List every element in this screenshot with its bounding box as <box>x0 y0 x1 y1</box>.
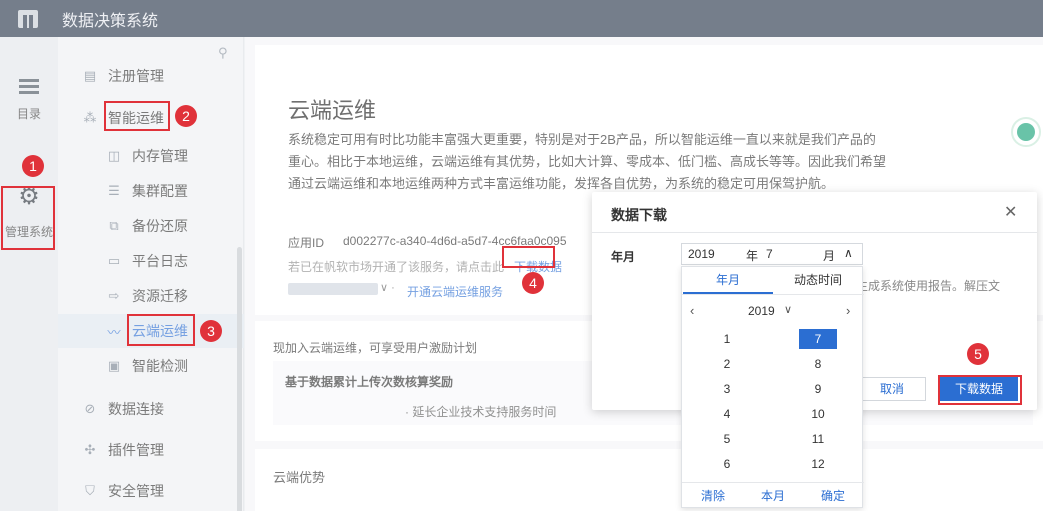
this-month-button[interactable]: 本月 <box>761 487 785 504</box>
dialog-divider <box>592 232 1037 233</box>
year-value: 2019 <box>688 247 715 261</box>
month-cell[interactable]: 1 <box>708 329 746 349</box>
chevron-up-icon[interactable]: ∧ <box>844 246 853 260</box>
month-cell[interactable]: 9 <box>799 379 837 399</box>
month-cell[interactable]: 10 <box>799 404 837 424</box>
cancel-button[interactable]: 取消 <box>858 377 926 401</box>
dialog-hint: 与生成系统使用报告。解压文 <box>844 279 1001 293</box>
step-badge: 1 <box>22 155 44 177</box>
month-cell[interactable]: 2 <box>708 354 746 374</box>
month-cell[interactable]: 11 <box>799 429 837 449</box>
tab-active-indicator <box>683 292 773 294</box>
month-cell[interactable]: 5 <box>708 429 746 449</box>
chevron-down-icon[interactable]: ∨ <box>784 303 792 316</box>
tab-divider <box>682 294 864 295</box>
highlight-management <box>1 186 55 250</box>
highlight-cloud-ops <box>127 314 195 346</box>
year-unit: 年 <box>746 249 759 263</box>
month-cell[interactable]: 12 <box>799 454 837 474</box>
step-badge: 2 <box>175 105 197 127</box>
highlight-smart-ops <box>104 101 170 131</box>
year-month-input[interactable]: 2019 年 7 月 ∧ <box>681 243 863 265</box>
chevron-left-icon[interactable]: ‹ <box>690 303 694 318</box>
month-unit: 月 <box>823 249 836 263</box>
step-badge: 3 <box>200 320 222 342</box>
chevron-right-icon[interactable]: › <box>846 303 850 318</box>
step-badge: 5 <box>967 343 989 365</box>
highlight-download-button <box>938 375 1022 405</box>
month-cell[interactable]: 6 <box>708 454 746 474</box>
close-icon[interactable]: ✕ <box>1004 202 1017 222</box>
clear-button[interactable]: 清除 <box>701 487 725 504</box>
dialog-title: 数据下载 <box>611 207 667 223</box>
month-cell[interactable]: 3 <box>708 379 746 399</box>
year-month-label: 年月 <box>611 250 636 264</box>
picker-footer-divider <box>682 482 864 483</box>
month-cell-selected[interactable]: 7 <box>799 329 837 349</box>
month-value: 7 <box>766 247 773 261</box>
tab-year-month[interactable]: 年月 <box>716 271 740 288</box>
picker-year[interactable]: 2019 <box>748 304 775 318</box>
tab-dynamic-time[interactable]: 动态时间 <box>794 271 842 288</box>
month-cell[interactable]: 4 <box>708 404 746 424</box>
highlight-download-link <box>502 246 555 268</box>
month-cell[interactable]: 8 <box>799 354 837 374</box>
confirm-button[interactable]: 确定 <box>821 487 845 504</box>
month-picker: 年月 动态时间 ‹ 2019 ∨ › 1 7 2 8 3 9 4 10 5 11… <box>681 266 864 508</box>
step-badge: 4 <box>522 272 544 294</box>
